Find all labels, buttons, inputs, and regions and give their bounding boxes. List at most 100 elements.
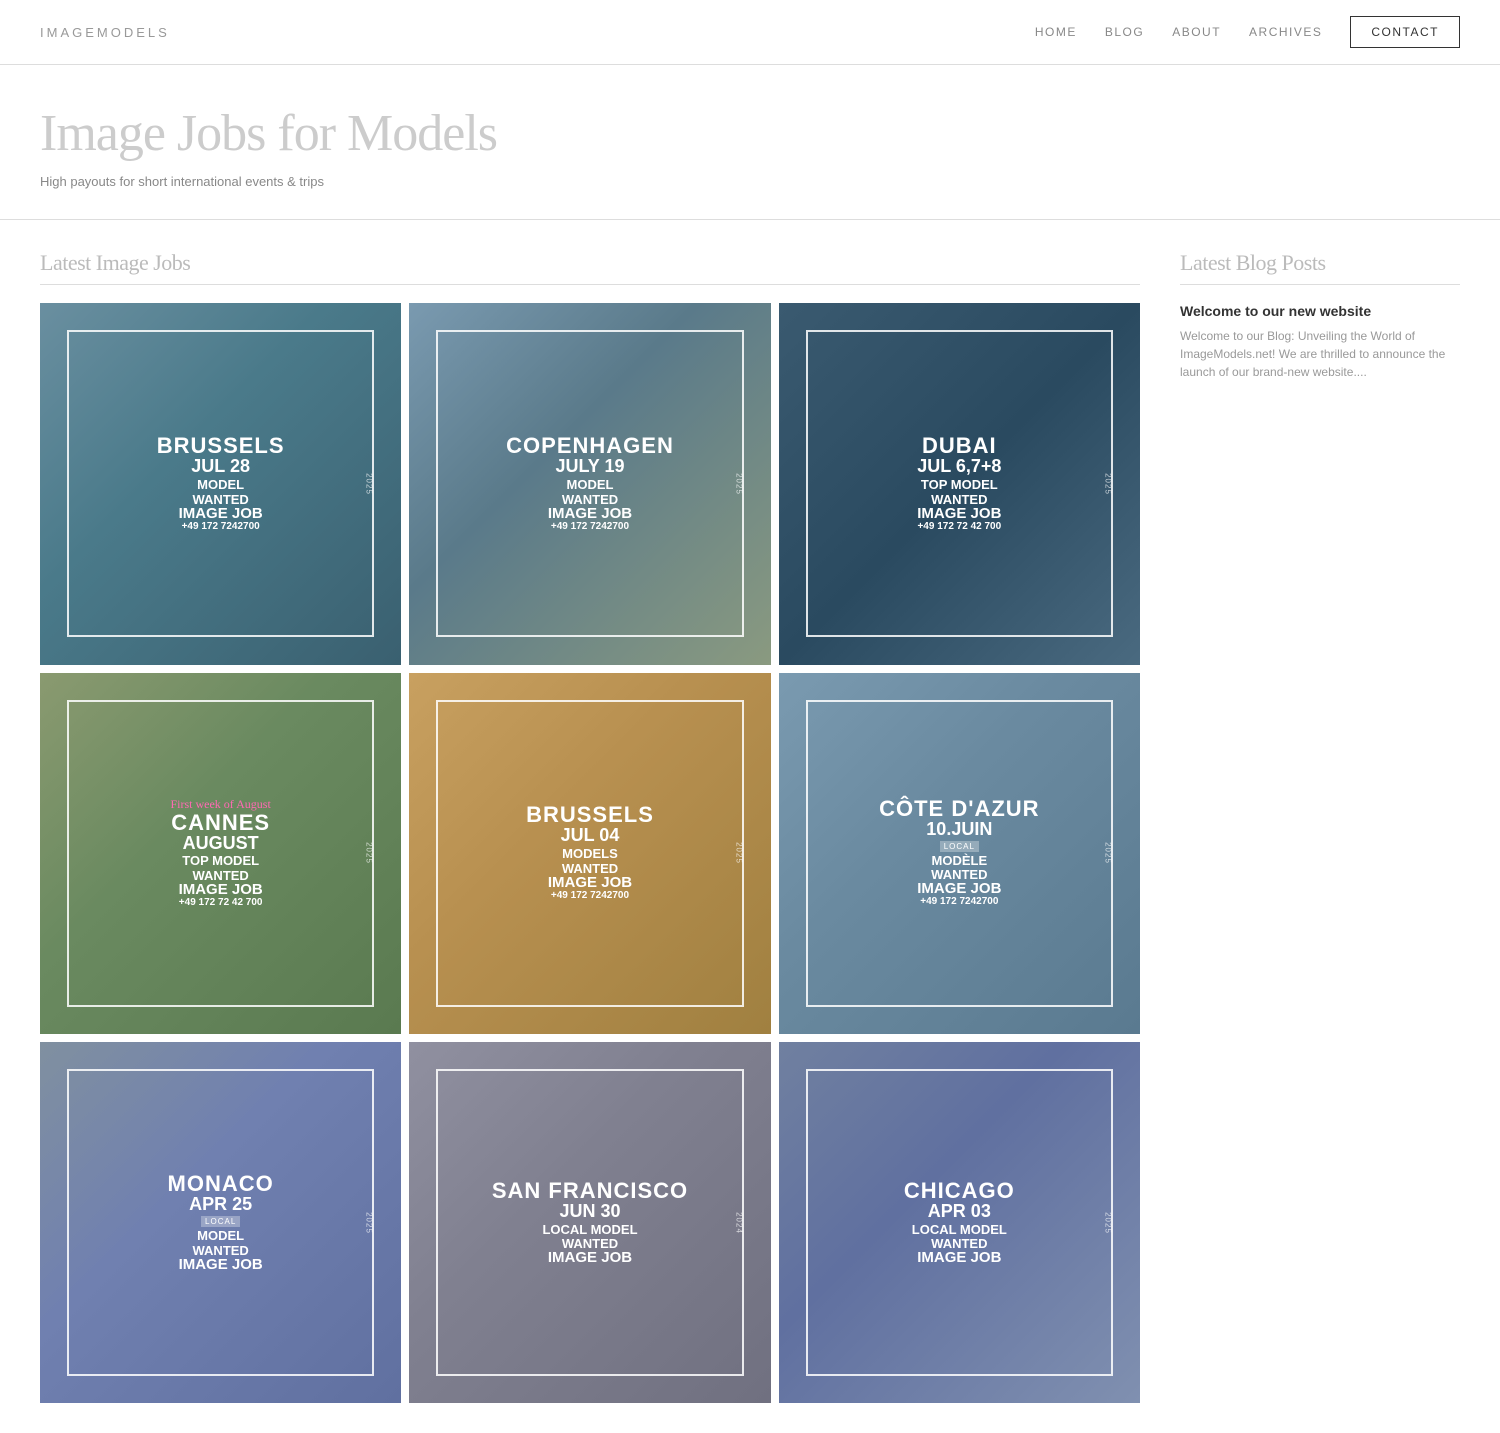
job-wanted: WANTED	[562, 1237, 618, 1250]
jobs-grid: 2025BRUSSELSJUL 28MODELWANTEDIMAGE JOB+4…	[40, 303, 1140, 1403]
blog-post-item: Welcome to our new website Welcome to ou…	[1180, 303, 1460, 381]
job-wanted: WANTED	[192, 1244, 248, 1257]
job-type: TOP MODEL	[921, 477, 998, 493]
job-phone: +49 172 7242700	[551, 521, 629, 533]
contact-button[interactable]: CONTACT	[1350, 16, 1460, 48]
job-local-tag: LOCAL	[940, 841, 979, 852]
job-card[interactable]: 2025 DUBAIJUL 6,7+8TOP MODELWANTEDIMAGE J…	[779, 303, 1140, 664]
job-year: 2024	[734, 1212, 743, 1234]
job-city: CHICAGO	[904, 1180, 1015, 1202]
job-date: JUL 28	[191, 457, 250, 477]
job-card-overlay: 2025MONACOAPR 25LOCALMODELWANTEDIMAGE JO…	[40, 1042, 401, 1403]
job-date: JULY 19	[555, 457, 624, 477]
job-card-overlay: 2025 COPENHAGENJULY 19MODELWANTEDIMAGE JO…	[409, 303, 770, 664]
job-date: 10.JUIN	[926, 820, 992, 840]
job-label: IMAGE JOB	[179, 1257, 263, 1272]
job-city: BRUSSELS	[526, 804, 654, 826]
job-card-overlay: 2025CÔTE D'AZUR10.JUINLOCALMODÈLEWANTEDI…	[779, 673, 1140, 1034]
job-date: JUL 04	[561, 826, 620, 846]
blog-post-title[interactable]: Welcome to our new website	[1180, 303, 1460, 319]
nav-home-link[interactable]: HOME	[1035, 25, 1077, 39]
nav-archives-link[interactable]: ARCHIVES	[1249, 25, 1322, 39]
site-logo[interactable]: IMAGEMODELS	[40, 25, 170, 40]
job-year: 2025	[1104, 473, 1113, 495]
blog-section: Latest Blog Posts Welcome to our new web…	[1180, 250, 1460, 1403]
job-year: 2025	[734, 473, 743, 495]
job-card-overlay: 2025First week of AugustCANNESAUGUSTTOP …	[40, 673, 401, 1034]
hero-subtitle: High payouts for short international eve…	[40, 174, 1460, 189]
job-wanted: WANTED	[562, 862, 618, 875]
job-card[interactable]: 2025CÔTE D'AZUR10.JUINLOCALMODÈLEWANTEDI…	[779, 673, 1140, 1034]
job-type: LOCAL MODEL	[542, 1222, 637, 1238]
job-card-inner: 2025CHICAGOAPR 03LOCAL MODELWANTEDIMAGE …	[806, 1069, 1113, 1376]
job-city: COPENHAGEN	[506, 435, 674, 457]
job-card-inner: 2024 SAN FRANCISCOJUN 30LOCAL MODELWANTED…	[436, 1069, 743, 1376]
job-label: IMAGE JOB	[548, 506, 632, 521]
job-phone: +49 172 7242700	[182, 521, 260, 533]
job-label: IMAGE JOB	[917, 881, 1001, 896]
job-card-overlay: 2024 SAN FRANCISCOJUN 30LOCAL MODELWANTED…	[409, 1042, 770, 1403]
job-date: APR 03	[928, 1202, 991, 1222]
job-card-inner: 2025 BRUSSELSJUL 04MODELSWANTEDIMAGE JOB+…	[436, 700, 743, 1007]
job-phone: +49 172 7242700	[920, 896, 998, 908]
job-label: IMAGE JOB	[917, 506, 1001, 521]
jobs-section: Latest Image Jobs 2025BRUSSELSJUL 28MODE…	[40, 250, 1140, 1403]
job-card-inner: 2025CÔTE D'AZUR10.JUINLOCALMODÈLEWANTEDI…	[806, 700, 1113, 1007]
navbar: IMAGEMODELS HOME BLOG ABOUT ARCHIVES CON…	[0, 0, 1500, 65]
hero-section: Image Jobs for Models High payouts for s…	[0, 65, 1500, 220]
job-city: MONACO	[168, 1173, 274, 1195]
job-label: IMAGE JOB	[548, 875, 632, 890]
job-year: 2025	[734, 842, 743, 864]
job-card[interactable]: 2025First week of AugustCANNESAUGUSTTOP …	[40, 673, 401, 1034]
job-year: 2025	[365, 1212, 374, 1234]
job-city: DUBAI	[922, 435, 997, 457]
job-type: MODEL	[197, 1228, 244, 1244]
job-city: CÔTE D'AZUR	[879, 798, 1039, 820]
job-wanted: WANTED	[562, 493, 618, 506]
job-card-overlay: 2025BRUSSELSJUL 28MODELWANTEDIMAGE JOB+4…	[40, 303, 401, 664]
job-type: LOCAL MODEL	[912, 1222, 1007, 1238]
job-card[interactable]: 2025MONACOAPR 25LOCALMODELWANTEDIMAGE JO…	[40, 1042, 401, 1403]
job-year: 2025	[365, 473, 374, 495]
job-card-overlay: 2025 BRUSSELSJUL 04MODELSWANTEDIMAGE JOB+…	[409, 673, 770, 1034]
job-card-overlay: 2025 DUBAIJUL 6,7+8TOP MODELWANTEDIMAGE J…	[779, 303, 1140, 664]
job-year: 2025	[365, 842, 374, 864]
job-card-inner: 2025 COPENHAGENJULY 19MODELWANTEDIMAGE JO…	[436, 330, 743, 637]
job-card-overlay: 2025CHICAGOAPR 03LOCAL MODELWANTEDIMAGE …	[779, 1042, 1140, 1403]
job-city: CANNES	[171, 812, 270, 834]
job-city: SAN FRANCISCO	[492, 1180, 688, 1202]
job-card-inner: 2025MONACOAPR 25LOCALMODELWANTEDIMAGE JO…	[67, 1069, 374, 1376]
main-content: Latest Image Jobs 2025BRUSSELSJUL 28MODE…	[0, 220, 1500, 1433]
job-phone: +49 172 7242700	[551, 890, 629, 902]
job-card[interactable]: 2025 COPENHAGENJULY 19MODELWANTEDIMAGE JO…	[409, 303, 770, 664]
job-label: IMAGE JOB	[179, 506, 263, 521]
job-wanted: WANTED	[931, 1237, 987, 1250]
job-card[interactable]: 2025BRUSSELSJUL 28MODELWANTEDIMAGE JOB+4…	[40, 303, 401, 664]
job-type: MODEL	[567, 477, 614, 493]
job-card[interactable]: 2025CHICAGOAPR 03LOCAL MODELWANTEDIMAGE …	[779, 1042, 1140, 1403]
job-type: MODELS	[562, 846, 618, 862]
job-label: IMAGE JOB	[917, 1250, 1001, 1265]
blog-post-excerpt: Welcome to our Blog: Unveiling the World…	[1180, 327, 1460, 381]
job-date: JUL 6,7+8	[917, 457, 1001, 477]
nav-blog-link[interactable]: BLOG	[1105, 25, 1144, 39]
job-type: MODÈLE	[932, 853, 988, 869]
job-card-inner: 2025 DUBAIJUL 6,7+8TOP MODELWANTEDIMAGE J…	[806, 330, 1113, 637]
job-card-inner: 2025First week of AugustCANNESAUGUSTTOP …	[67, 700, 374, 1007]
nav-links: HOME BLOG ABOUT ARCHIVES CONTACT	[1035, 16, 1460, 48]
job-card-inner: 2025BRUSSELSJUL 28MODELWANTEDIMAGE JOB+4…	[67, 330, 374, 637]
job-date: JUN 30	[559, 1202, 620, 1222]
hero-title: Image Jobs for Models	[40, 105, 1460, 162]
job-city: BRUSSELS	[157, 435, 285, 457]
blog-section-title: Latest Blog Posts	[1180, 250, 1460, 285]
job-card[interactable]: 2025 BRUSSELSJUL 04MODELSWANTEDIMAGE JOB+…	[409, 673, 770, 1034]
job-year: 2025	[1104, 842, 1113, 864]
nav-about-link[interactable]: ABOUT	[1172, 25, 1221, 39]
job-date: APR 25	[189, 1195, 252, 1215]
job-phone: +49 172 72 42 700	[917, 521, 1001, 533]
jobs-section-title: Latest Image Jobs	[40, 250, 1140, 285]
job-type: MODEL	[197, 477, 244, 493]
job-label: IMAGE JOB	[179, 882, 263, 897]
job-wanted: WANTED	[931, 493, 987, 506]
job-card[interactable]: 2024 SAN FRANCISCOJUN 30LOCAL MODELWANTED…	[409, 1042, 770, 1403]
